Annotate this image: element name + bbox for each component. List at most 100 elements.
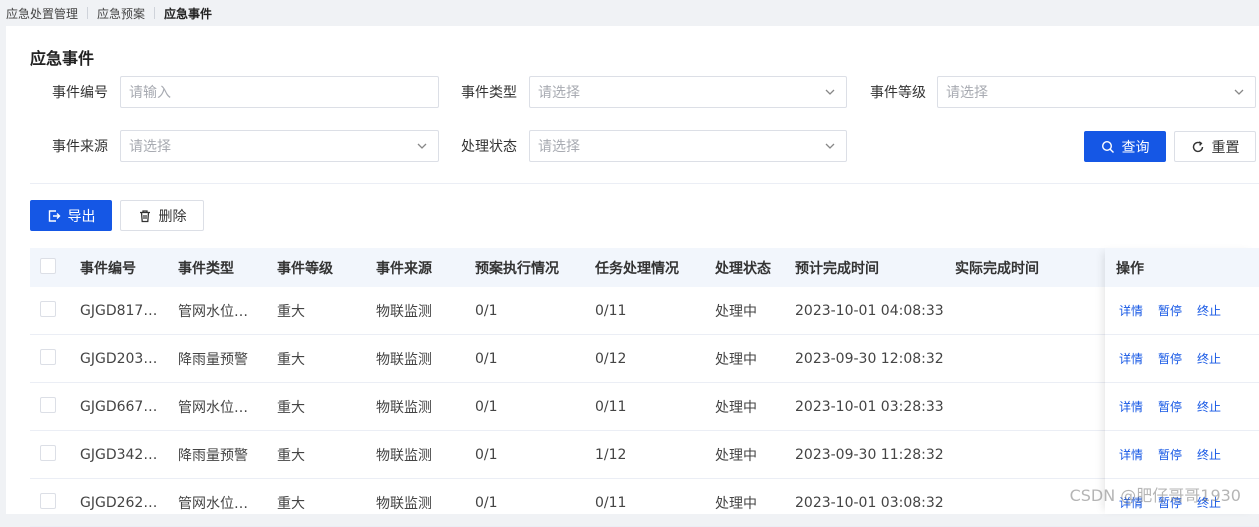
event-level-cell: 重大 [277,301,376,321]
event-type-cell: 管网水位… [178,397,277,417]
breadcrumb-separator [87,7,88,19]
pause-link[interactable]: 暂停 [1158,302,1182,319]
detail-link[interactable]: 详情 [1119,446,1143,463]
plan-progress-cell: 0/1 [475,495,595,511]
event-source-cell: 物联监测 [376,493,475,513]
export-button-label: 导出 [68,206,96,226]
column-header: 处理状态 [715,258,795,278]
watermark: CSDN @肥仔哥哥1930 [1070,482,1241,506]
chevron-down-icon [1233,86,1245,98]
plan-progress-cell: 0/1 [475,399,595,415]
event-level-placeholder: 请选择 [946,82,988,102]
row-select-cell [30,445,80,465]
delete-button-label: 删除 [159,206,187,226]
event-no-input[interactable]: 请输入 [120,76,439,108]
detail-link[interactable]: 详情 [1119,302,1143,319]
event-level-cell: 重大 [277,445,376,465]
event-type-select[interactable]: 请选择 [529,76,847,108]
column-header: 事件等级 [277,258,376,278]
task-progress-cell: 0/11 [595,399,715,415]
table-row[interactable]: GJGD817… 管网水位… 重大 物联监测 0/1 0/11 处理中 2023… [30,287,1259,335]
row-actions: 详情 暂停 终止 [1105,335,1259,383]
event-source-cell: 物联监测 [376,301,475,321]
event-type-label: 事件类型 [437,82,517,102]
row-checkbox[interactable] [40,349,56,365]
event-source-label: 事件来源 [28,136,108,156]
event-type-placeholder: 请选择 [538,82,580,102]
column-header: 操作 [1105,248,1259,287]
event-source-select[interactable]: 请选择 [120,130,439,162]
event-source-cell: 物联监测 [376,349,475,369]
detail-link[interactable]: 详情 [1119,350,1143,367]
event-type-cell: 降雨量预警 [178,349,277,369]
row-checkbox[interactable] [40,301,56,317]
row-actions: 详情 暂停 终止 [1105,431,1259,479]
operations-column: 操作 详情 暂停 终止 详情 暂停 终止 详情 暂停 终止 详情 暂停 终止 详… [1105,248,1259,514]
row-actions: 详情 暂停 终止 [1105,383,1259,431]
status-select[interactable]: 请选择 [529,130,847,162]
row-checkbox[interactable] [40,493,56,509]
event-type-cell: 管网水位… [178,493,277,513]
select-all-cell [30,258,80,278]
event-level-select[interactable]: 请选择 [937,76,1256,108]
table-row[interactable]: GJGD342… 降雨量预警 重大 物联监测 0/1 1/12 处理中 2023… [30,431,1259,479]
terminate-link[interactable]: 终止 [1197,302,1221,319]
column-header: 事件类型 [178,258,277,278]
row-checkbox[interactable] [40,445,56,461]
pause-link[interactable]: 暂停 [1158,350,1182,367]
event-no-label: 事件编号 [28,82,108,102]
row-checkbox[interactable] [40,397,56,413]
event-level-label: 事件等级 [846,82,926,102]
expected-time-cell: 2023-09-30 11:28:32 [795,447,955,463]
expected-time-cell: 2023-10-01 03:08:32 [795,495,955,511]
status-cell: 处理中 [715,493,795,513]
pause-link[interactable]: 暂停 [1158,398,1182,415]
table-row[interactable]: GJGD667… 管网水位… 重大 物联监测 0/1 0/11 处理中 2023… [30,383,1259,431]
status-cell: 处理中 [715,301,795,321]
event-no-placeholder: 请输入 [129,82,171,102]
event-source-cell: 物联监测 [376,397,475,417]
select-all-checkbox[interactable] [40,258,56,274]
terminate-link[interactable]: 终止 [1197,398,1221,415]
chevron-down-icon [824,86,836,98]
breadcrumb-item-emergency-plan[interactable]: 应急预案 [97,5,145,22]
event-source-placeholder: 请选择 [129,136,171,156]
chevron-down-icon [416,140,428,152]
table-row[interactable]: GJGD203… 降雨量预警 重大 物联监测 0/1 0/12 处理中 2023… [30,335,1259,383]
status-cell: 处理中 [715,349,795,369]
status-cell: 处理中 [715,397,795,417]
row-select-cell [30,493,80,513]
event-no-cell: GJGD203… [80,351,178,367]
detail-link[interactable]: 详情 [1119,398,1143,415]
export-button[interactable]: 导出 [30,200,112,231]
event-source-cell: 物联监测 [376,445,475,465]
event-no-cell: GJGD817… [80,303,178,319]
task-progress-cell: 0/12 [595,351,715,367]
event-level-cell: 重大 [277,349,376,369]
column-header: 事件编号 [80,258,178,278]
task-progress-cell: 1/12 [595,447,715,463]
reset-button[interactable]: 重置 [1174,131,1256,162]
column-header: 预案执行情况 [475,258,595,278]
breadcrumb-separator [154,7,155,19]
terminate-link[interactable]: 终止 [1197,350,1221,367]
reset-button-label: 重置 [1212,137,1240,157]
divider [30,183,1259,184]
column-header: 事件来源 [376,258,475,278]
breadcrumb-item-emergency-management[interactable]: 应急处置管理 [6,5,78,22]
page-title: 应急事件 [30,45,94,69]
expected-time-cell: 2023-09-30 12:08:32 [795,351,955,367]
delete-button[interactable]: 删除 [120,200,204,231]
terminate-link[interactable]: 终止 [1197,446,1221,463]
query-button[interactable]: 查询 [1084,131,1166,162]
query-button-label: 查询 [1122,137,1150,157]
event-level-cell: 重大 [277,493,376,513]
row-select-cell [30,397,80,417]
expected-time-cell: 2023-10-01 03:28:33 [795,399,955,415]
event-no-cell: GJGD667… [80,399,178,415]
export-icon [47,209,61,223]
column-header: 预计完成时间 [795,258,955,278]
task-progress-cell: 0/11 [595,303,715,319]
pause-link[interactable]: 暂停 [1158,446,1182,463]
status-placeholder: 请选择 [538,136,580,156]
